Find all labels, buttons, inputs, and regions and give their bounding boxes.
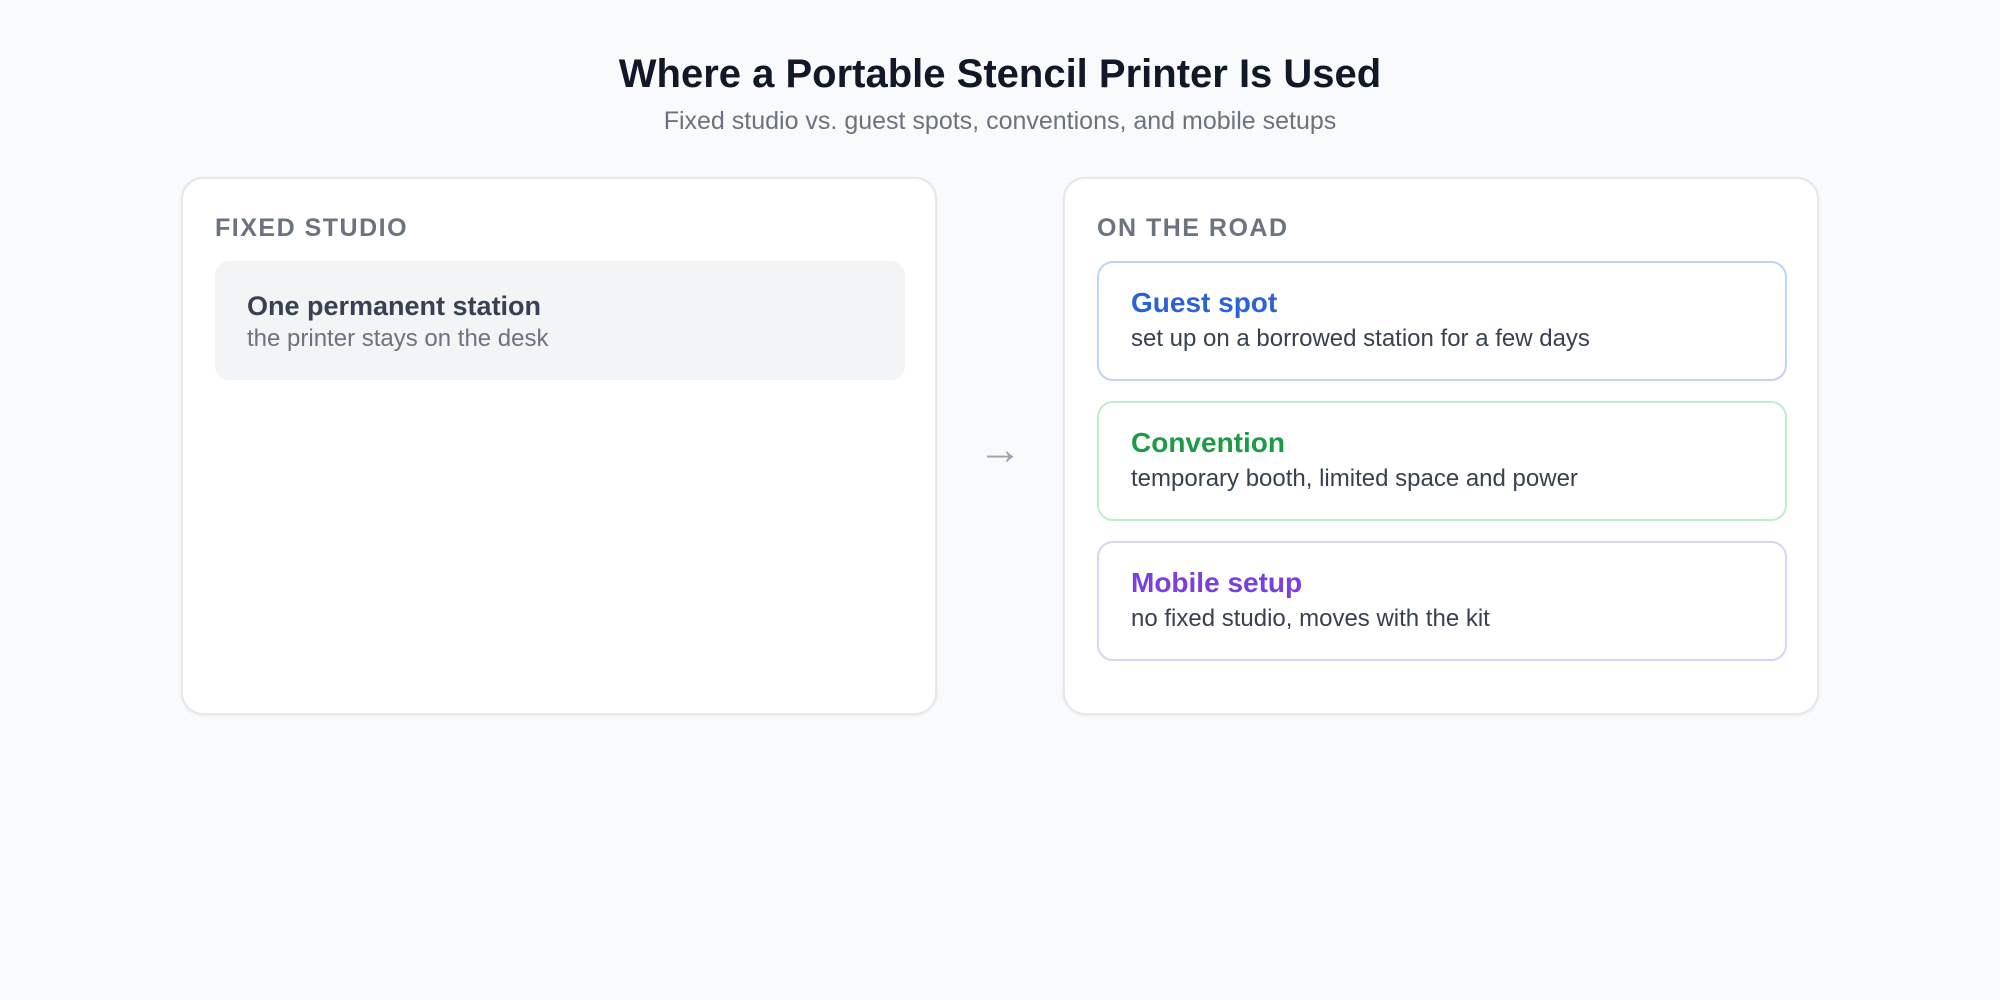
convention-description: temporary booth, limited space and power	[1131, 465, 1578, 492]
fixed-studio-panel: FIXED STUDIO One permanent station the p…	[181, 177, 937, 715]
on-the-road-heading: ON THE ROAD	[1097, 214, 1289, 242]
mobile-setup-description: no fixed studio, moves with the kit	[1131, 605, 1490, 632]
mobile-setup-card: Mobile setup no fixed studio, moves with…	[1097, 541, 1787, 661]
diagram-page: Where a Portable Stencil Printer Is Used…	[0, 0, 2000, 1000]
page-subtitle: Fixed studio vs. guest spots, convention…	[663, 107, 1337, 135]
mobile-setup-title: Mobile setup	[1131, 567, 1303, 598]
permanent-station-description: the printer stays on the desk	[247, 325, 549, 352]
permanent-station-title: One permanent station	[247, 291, 542, 321]
arrow-right-icon: →	[978, 425, 1022, 474]
page-title: Where a Portable Stencil Printer Is Used	[618, 52, 1382, 96]
convention-card: Convention temporary booth, limited spac…	[1097, 401, 1787, 521]
on-the-road-panel: ON THE ROAD Guest spot set up on a borro…	[1063, 177, 1819, 715]
permanent-station-card: One permanent station the printer stays …	[215, 261, 905, 380]
guest-spot-title: Guest spot	[1131, 287, 1278, 318]
guest-spot-card: Guest spot set up on a borrowed station …	[1097, 261, 1787, 381]
fixed-studio-heading: FIXED STUDIO	[215, 214, 409, 242]
guest-spot-description: set up on a borrowed station for a few d…	[1131, 325, 1590, 352]
convention-title: Convention	[1131, 427, 1285, 458]
